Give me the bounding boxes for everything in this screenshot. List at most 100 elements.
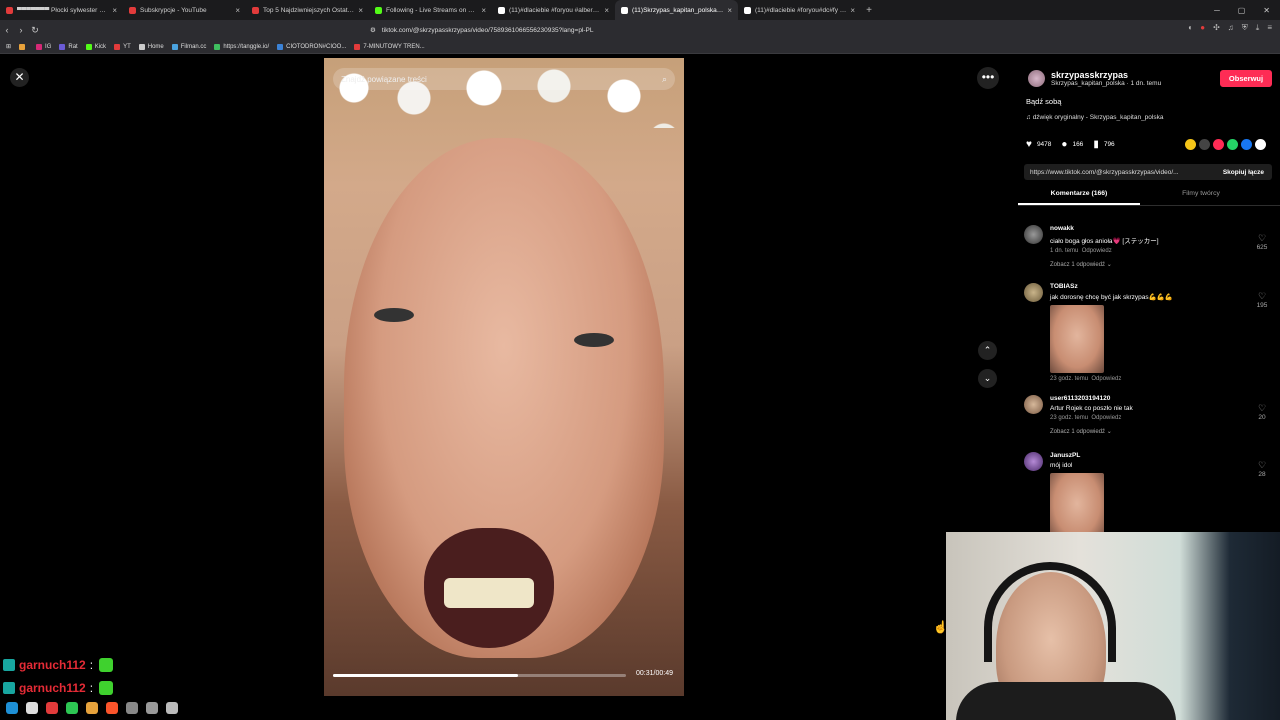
reply-link[interactable]: Odpowiedz: [1091, 376, 1121, 382]
share-arrow-icon[interactable]: [1255, 139, 1266, 150]
tab-close-icon[interactable]: ×: [481, 6, 486, 15]
tab-close-icon[interactable]: ×: [604, 6, 609, 15]
start-icon[interactable]: [6, 702, 18, 714]
comment-like-button[interactable]: ♡ 625: [1252, 233, 1272, 251]
tab-close-icon[interactable]: ×: [112, 6, 117, 15]
taskbar-app-icon[interactable]: [106, 702, 118, 714]
bookmark[interactable]: https://tanggle.io/: [214, 43, 269, 50]
bookmark-icon: [277, 43, 284, 50]
browser-tab-active[interactable]: (11)Skrzypas_kapitan_polska… ×: [615, 0, 738, 20]
bookmark[interactable]: YT: [114, 43, 131, 50]
back-icon[interactable]: ‹: [0, 25, 14, 35]
taskbar-app-icon[interactable]: [126, 702, 138, 714]
facebook-icon[interactable]: [1241, 139, 1252, 150]
view-replies-link[interactable]: Zobacz 1 odpowiedź ⌄: [1050, 261, 1240, 268]
extensions-icon[interactable]: ✣: [1213, 23, 1220, 33]
search-icon[interactable]: ⌕: [662, 74, 667, 85]
previous-video-button[interactable]: ⌃: [978, 341, 997, 360]
taskbar-app-icon[interactable]: [26, 702, 38, 714]
share-link-url[interactable]: https://www.tiktok.com/@skrzypasskrzypas…: [1030, 169, 1215, 176]
taskbar-app-icon[interactable]: [146, 702, 158, 714]
commenter-name[interactable]: nowakk: [1050, 225, 1240, 232]
site-info-icon[interactable]: ⚙: [370, 26, 376, 34]
bookmark[interactable]: CIOTODRON#CIOO...: [277, 43, 346, 50]
friends-share-icon[interactable]: [1213, 139, 1224, 150]
browser-tab[interactable]: Subskrypcje - YouTube ×: [123, 0, 246, 20]
coin-icon[interactable]: [1185, 139, 1196, 150]
taskbar-app-icon[interactable]: [86, 702, 98, 714]
bookmark[interactable]: IG: [36, 43, 51, 50]
bookmark[interactable]: Home: [138, 43, 164, 50]
reply-link[interactable]: Odpowiedz: [1091, 415, 1121, 421]
tab-close-icon[interactable]: ×: [850, 6, 855, 15]
browser-tab[interactable]: Top 5 Najdziwniejszych Ostatnich Po… ×: [246, 0, 369, 20]
author-username[interactable]: skrzypasskrzypas: [1051, 70, 1161, 80]
download-icon[interactable]: ⤓: [1256, 23, 1260, 33]
commenter-avatar[interactable]: [1024, 395, 1043, 414]
reply-link[interactable]: Odpowiedz: [1082, 248, 1112, 254]
comment-like-button[interactable]: ♡ 20: [1252, 403, 1272, 421]
browser-tab[interactable]: (11)#dlaciebie #foryou#dc#fy #pov…×: [738, 0, 861, 20]
address-bar[interactable]: ⚙ tiktok.com/@skrzypasskrzypas/video/758…: [370, 23, 910, 37]
related-search-input[interactable]: Znajdź powiązane treści ⌕: [333, 68, 675, 90]
tab-close-icon[interactable]: ×: [358, 6, 363, 15]
sound-link[interactable]: ♫ dźwięk oryginalny - Skrzypas_kapitan_p…: [1018, 114, 1280, 121]
copy-link-button[interactable]: Skopiuj łącze: [1215, 169, 1272, 176]
like-button[interactable]: ♥ 9478: [1026, 139, 1051, 150]
comment-sticker-image[interactable]: [1050, 473, 1104, 541]
new-tab-button[interactable]: +: [861, 5, 877, 16]
menu-icon[interactable]: ≡: [1267, 23, 1272, 33]
tab-comments[interactable]: Komentarze (166): [1018, 190, 1140, 205]
bookmark[interactable]: [19, 43, 28, 50]
taskbar-app-icon[interactable]: [166, 702, 178, 714]
comment-button[interactable]: ● 166: [1061, 139, 1083, 150]
music-icon[interactable]: ♫: [1228, 23, 1234, 33]
author-avatar[interactable]: [1028, 70, 1045, 87]
close-window-icon[interactable]: ✕: [1263, 6, 1270, 15]
commenter-avatar[interactable]: [1024, 452, 1043, 471]
commenter-name[interactable]: TOBIASz: [1050, 283, 1240, 290]
comment-meta: 23 godz. temu Odpowiedz: [1050, 415, 1122, 421]
commenter-name[interactable]: JanuszPL: [1050, 452, 1240, 459]
browser-tab[interactable]: Following - Live Streams on Kick ×: [369, 0, 492, 20]
tab-close-icon[interactable]: ×: [727, 6, 732, 15]
reload-icon[interactable]: ↻: [28, 25, 42, 36]
more-options-button[interactable]: •••: [977, 67, 999, 89]
whatsapp-icon[interactable]: [1227, 139, 1238, 150]
video-progress-bar[interactable]: [333, 674, 626, 677]
bookmark[interactable]: Rat: [59, 43, 78, 50]
chat-username: garnuch112: [19, 680, 86, 695]
tab-creator-videos[interactable]: Filmy twórcy: [1140, 190, 1262, 205]
next-video-button[interactable]: ⌄: [978, 369, 997, 388]
browser-tab[interactable]: (11)#dlaciebie #foryou #alberto #dn… ×: [492, 0, 615, 20]
bookmark[interactable]: 7-MINUTOWY TREN...: [354, 43, 425, 50]
comment-like-button[interactable]: ♡ 195: [1252, 291, 1272, 309]
follow-button[interactable]: Obserwuj: [1220, 70, 1272, 87]
video-frame-eye: [374, 308, 414, 322]
video-frame-teeth: [444, 578, 534, 608]
bookmark[interactable]: Filman.cc: [171, 43, 206, 50]
video-player[interactable]: Znajdź powiązane treści ⌕: [324, 58, 684, 696]
volume-icon[interactable]: ◖: [1187, 23, 1192, 33]
shield-icon[interactable]: ⛨: [1242, 23, 1248, 33]
comment-like-button[interactable]: ♡ 28: [1252, 460, 1272, 478]
taskbar-app-icon[interactable]: [46, 702, 58, 714]
commenter-avatar[interactable]: [1024, 283, 1043, 302]
minimize-icon[interactable]: ─: [1214, 6, 1220, 15]
commenter-avatar[interactable]: [1024, 225, 1043, 244]
tab-close-icon[interactable]: ×: [235, 6, 240, 15]
close-video-button[interactable]: ✕: [10, 68, 29, 87]
browser-tab[interactable]: ▀▀▀▀▀▀▀ Płocki sylwester 20… ×: [0, 0, 123, 20]
view-replies-link[interactable]: Zobacz 1 odpowiedź ⌄: [1050, 428, 1240, 435]
record-icon[interactable]: ●: [1200, 23, 1205, 33]
chat-badge-icon: [3, 658, 15, 671]
apps-grid-icon[interactable]: ⊞: [6, 43, 11, 50]
maximize-icon[interactable]: ▢: [1238, 6, 1246, 15]
comment-sticker-image[interactable]: [1050, 305, 1104, 373]
bookmark[interactable]: Kick: [85, 43, 106, 50]
embed-icon[interactable]: [1199, 139, 1210, 150]
forward-icon[interactable]: ›: [14, 25, 28, 35]
commenter-name[interactable]: user6113203194120: [1050, 395, 1240, 402]
save-button[interactable]: ▮ 796: [1093, 139, 1114, 150]
taskbar-app-icon[interactable]: [66, 702, 78, 714]
